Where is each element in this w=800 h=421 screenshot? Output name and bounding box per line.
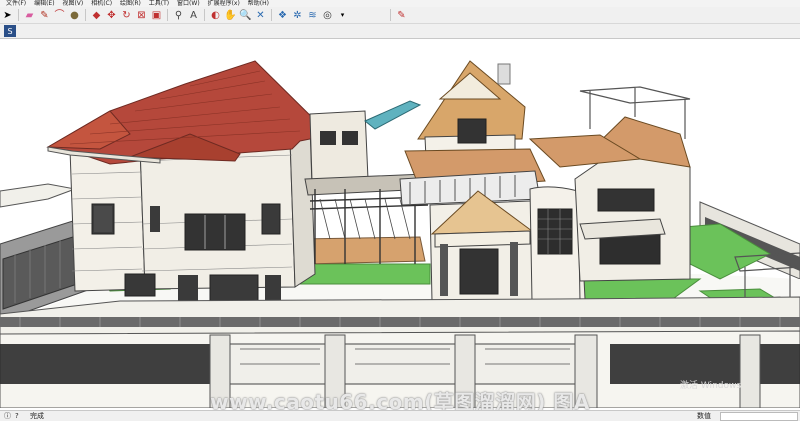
windows-activation-text: 激活 Windows [680, 381, 742, 391]
zoom-icon[interactable]: 🔍 [239, 9, 252, 22]
wood-deck [299, 236, 426, 265]
chevron-down-icon[interactable]: ▾ [336, 9, 349, 22]
toolbar-separator [18, 9, 19, 21]
toolbar-separator [204, 9, 205, 21]
sketchup-logo-icon[interactable]: S [4, 25, 16, 37]
villa-3d-model [0, 60, 800, 408]
move-icon[interactable]: ✥ [105, 9, 118, 22]
toolbar-separator [85, 9, 86, 21]
pan-icon[interactable]: ✋ [224, 9, 237, 22]
orbit-icon[interactable]: ◐ [209, 9, 222, 22]
left-house [46, 60, 332, 327]
extension-icon[interactable]: ✲ [291, 9, 304, 22]
rotate-icon[interactable]: ↻ [120, 9, 133, 22]
account-icon[interactable]: ◎ [321, 9, 334, 22]
menu-extensions[interactable]: 扩展程序(x) [208, 0, 240, 7]
warehouse-icon[interactable]: ❖ [276, 9, 289, 22]
menu-bar: 文件(F) 编辑(E) 视图(V) 相机(C) 绘图(R) 工具(T) 窗口(W… [0, 0, 800, 7]
menu-file[interactable]: 文件(F) [6, 0, 26, 7]
text-icon[interactable]: A [187, 9, 200, 22]
menu-edit[interactable]: 编辑(E) [34, 0, 54, 7]
select-arrow-icon[interactable]: ➤ [1, 9, 14, 22]
paint-bucket-icon[interactable]: ● [68, 9, 81, 22]
menu-help[interactable]: 帮助(H) [248, 0, 269, 7]
pushpull-icon[interactable]: ◆ [90, 9, 103, 22]
menu-tools[interactable]: 工具(T) [149, 0, 169, 7]
main-toolbar: ➤ ▰ ✎ ⌒ ● ◆ ✥ ↻ ⊠ ▣ ⚲ A ◐ ✋ 🔍 ✕ ❖ ✲ ≋ ◎ … [0, 7, 800, 24]
model-viewport[interactable] [0, 39, 800, 408]
status-bar: ⓘ ? 完成 数值 [0, 410, 800, 421]
scale-icon[interactable]: ⊠ [135, 9, 148, 22]
offset-icon[interactable]: ▣ [150, 9, 163, 22]
toolbar-separator [167, 9, 168, 21]
menu-view[interactable]: 视图(V) [62, 0, 83, 7]
line-pencil-icon[interactable]: ✎ [38, 9, 51, 22]
menu-draw[interactable]: 绘图(R) [120, 0, 141, 7]
right-villa [399, 60, 691, 305]
toolbar-separator [390, 9, 391, 21]
arc-icon[interactable]: ⌒ [53, 9, 66, 22]
eraser-icon[interactable]: ▰ [23, 9, 36, 22]
layers-icon[interactable]: ≋ [306, 9, 319, 22]
tape-measure-icon[interactable]: ⚲ [172, 9, 185, 22]
zoom-extents-icon[interactable]: ✕ [254, 9, 267, 22]
menu-window[interactable]: 窗口(W) [177, 0, 200, 7]
menu-camera[interactable]: 相机(C) [91, 0, 112, 7]
secondary-toolbar: S [0, 24, 800, 39]
style-icon[interactable]: ✎ [395, 9, 408, 22]
toolbar-separator [271, 9, 272, 21]
